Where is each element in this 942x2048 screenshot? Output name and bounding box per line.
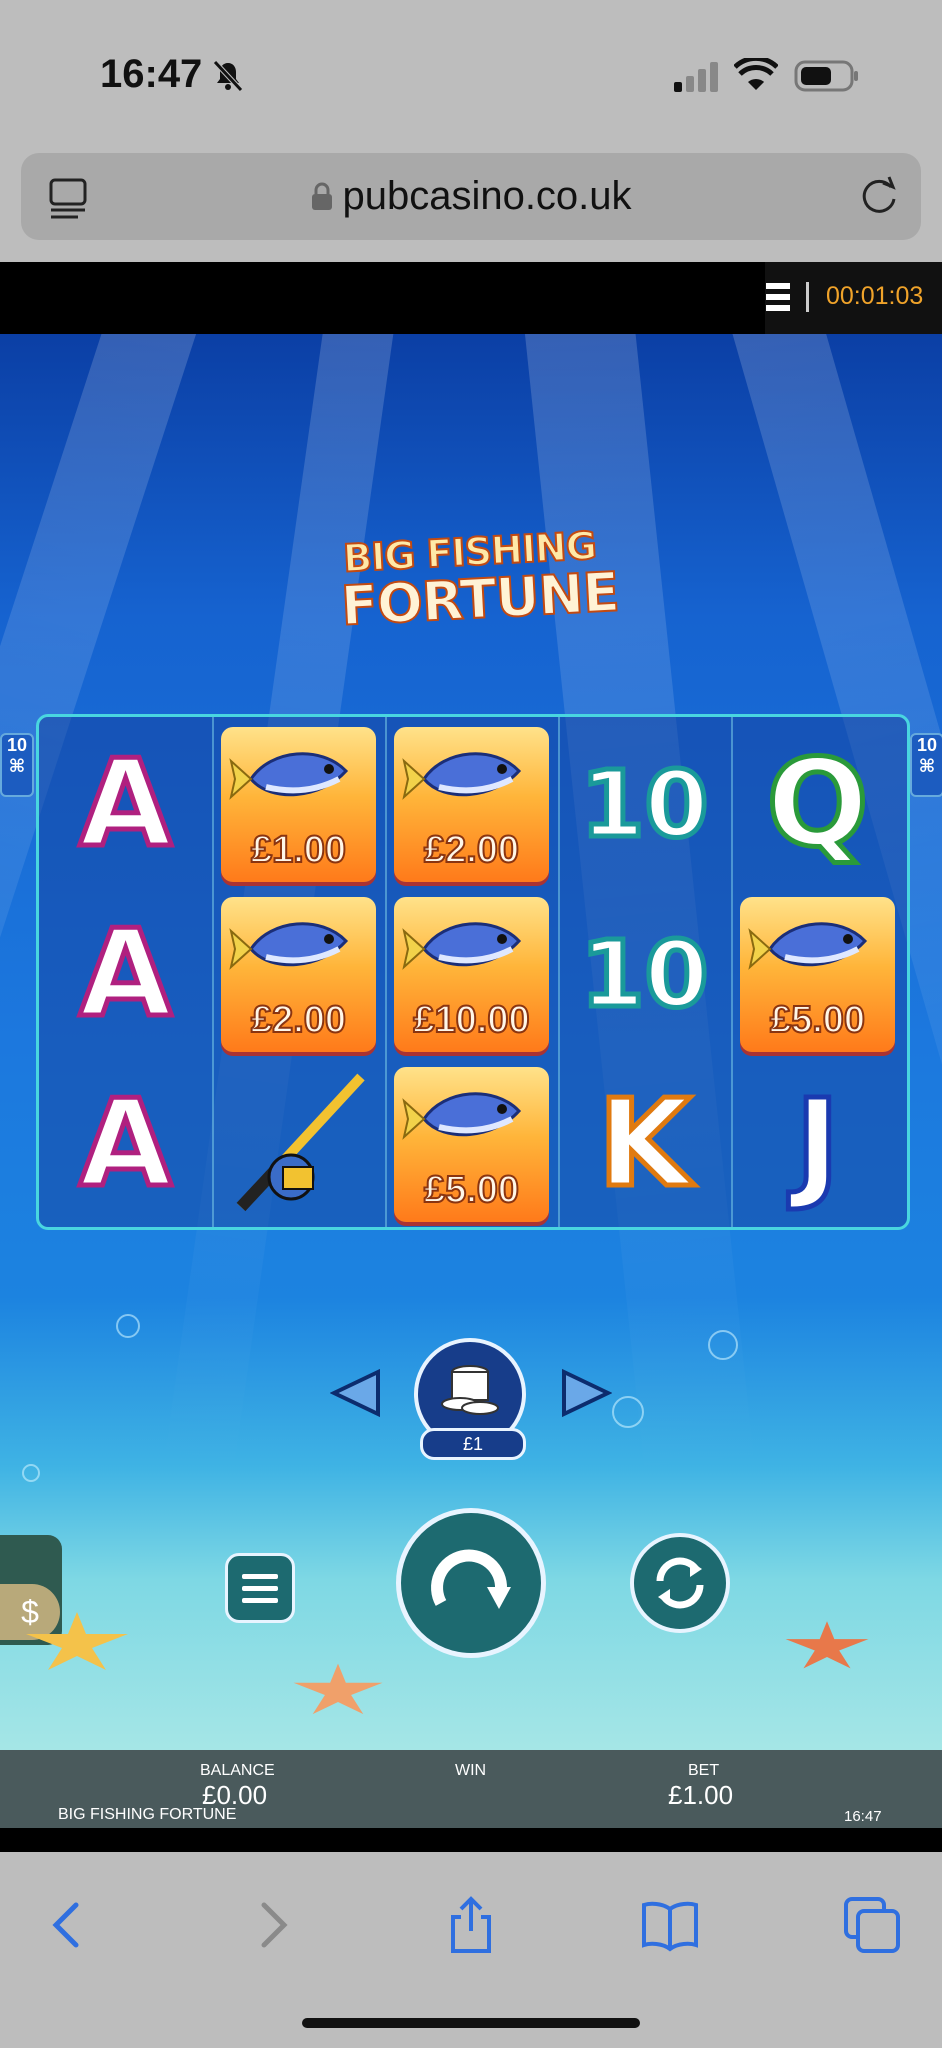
hamburger-icon (242, 1574, 278, 1603)
symbol-fish-prize: £10.00 (394, 897, 549, 1052)
fish-icon (402, 752, 522, 800)
prize-value: £5.00 (769, 998, 866, 1042)
cellular-signal-icon (674, 62, 718, 92)
autoplay-icon (656, 1557, 704, 1609)
fish-icon (229, 752, 349, 800)
symbol-10: 10 (578, 749, 711, 861)
symbol-fish-prize: £1.00 (221, 727, 376, 882)
reel-column: Q £5.00 J (731, 717, 904, 1227)
symbol-a: A (77, 733, 175, 877)
autoplay-button[interactable] (630, 1533, 730, 1633)
right-paylines-badge: 10 ⌘ (910, 733, 942, 797)
prize-value: £2.00 (250, 998, 347, 1042)
home-indicator (302, 2018, 640, 2028)
bet-increase-button[interactable] (560, 1368, 612, 1418)
balance-label: BALANCE (200, 1762, 275, 1779)
starfish-decoration (26, 1612, 128, 1670)
reload-icon[interactable] (857, 175, 901, 219)
forward-icon[interactable] (242, 1895, 302, 1955)
fishing-rod-icon (236, 1073, 365, 1212)
bubble (116, 1314, 140, 1338)
prize-value: £10.00 (412, 998, 530, 1042)
reel-grid: A A A £1.00 £2.00 £2.00 £10.00 £5.00 10 10 K Q £5.00… (36, 714, 910, 1230)
symbol-10: 10 (578, 919, 711, 1031)
tabs-icon[interactable] (842, 1895, 902, 1955)
left-paylines-badge: 10 ⌘ (0, 733, 34, 797)
prize-value: £2.00 (423, 828, 520, 872)
bet-value: £1.00 (668, 1780, 734, 1810)
spin-button[interactable] (396, 1508, 546, 1658)
symbol-fish-prize: £2.00 (221, 897, 376, 1052)
reel-column: £1.00 £2.00 (212, 717, 387, 1227)
bubble (612, 1396, 644, 1428)
share-icon[interactable] (441, 1895, 501, 1955)
bet-label: BET (688, 1762, 720, 1779)
symbol-fish-prize: £2.00 (394, 727, 549, 882)
prize-value: £1.00 (250, 828, 347, 872)
coin-value-label: £1 (420, 1428, 526, 1460)
url-label: pubcasino.co.uk (342, 174, 632, 218)
spin-arrow-icon (431, 1549, 511, 1609)
symbol-a: A (77, 1073, 175, 1217)
symbol-q: Q (764, 733, 871, 877)
back-icon[interactable] (38, 1895, 98, 1955)
fish-icon (748, 922, 868, 970)
game-options-button[interactable] (225, 1553, 295, 1623)
bubble (22, 1464, 40, 1482)
fish-icon (402, 922, 522, 970)
reel-column: 10 10 K (558, 717, 733, 1227)
game-menu-icon[interactable] (764, 280, 792, 314)
reel-column: £2.00 £10.00 £5.00 (385, 717, 560, 1227)
silent-bell-icon (213, 60, 243, 92)
battery-icon (794, 60, 858, 92)
address-bar[interactable]: pubcasino.co.uk (21, 153, 921, 240)
game-footer (0, 1828, 942, 1852)
session-timer: 00:01:03 (826, 282, 924, 310)
starfish-decoration (785, 1621, 869, 1669)
starfish-decoration (293, 1663, 383, 1715)
win-label: WIN (455, 1762, 487, 1779)
reel-column: AAA (39, 717, 214, 1227)
coins-icon (441, 1365, 499, 1415)
info-clock: 16:47 (844, 1808, 882, 1825)
symbol-a: A (77, 903, 175, 1047)
symbol-fish-prize: £5.00 (740, 897, 895, 1052)
fish-icon (229, 922, 349, 970)
fish-icon (402, 1092, 522, 1140)
game-name: BIG FISHING FORTUNE (58, 1806, 237, 1823)
lock-icon (312, 182, 333, 210)
symbol-k: K (596, 1073, 694, 1217)
symbol-fish-prize: £5.00 (394, 1067, 549, 1222)
symbol-fishing-rod (221, 1067, 376, 1222)
bet-decrease-button[interactable] (330, 1368, 382, 1418)
header-divider (806, 282, 809, 312)
game-logo: BIG FISHING FORTUNE (338, 522, 622, 638)
wifi-icon (734, 58, 778, 90)
bookmarks-icon[interactable] (640, 1895, 700, 1955)
info-bar: BALANCE £0.00 WIN BET £1.00 BIG FISHING … (0, 1750, 942, 1828)
bubble (708, 1330, 738, 1360)
symbol-j: J (793, 1073, 843, 1217)
status-time: 16:47 (100, 52, 203, 96)
url-text: pubcasino.co.uk (21, 153, 921, 240)
prize-value: £5.00 (423, 1168, 520, 1212)
